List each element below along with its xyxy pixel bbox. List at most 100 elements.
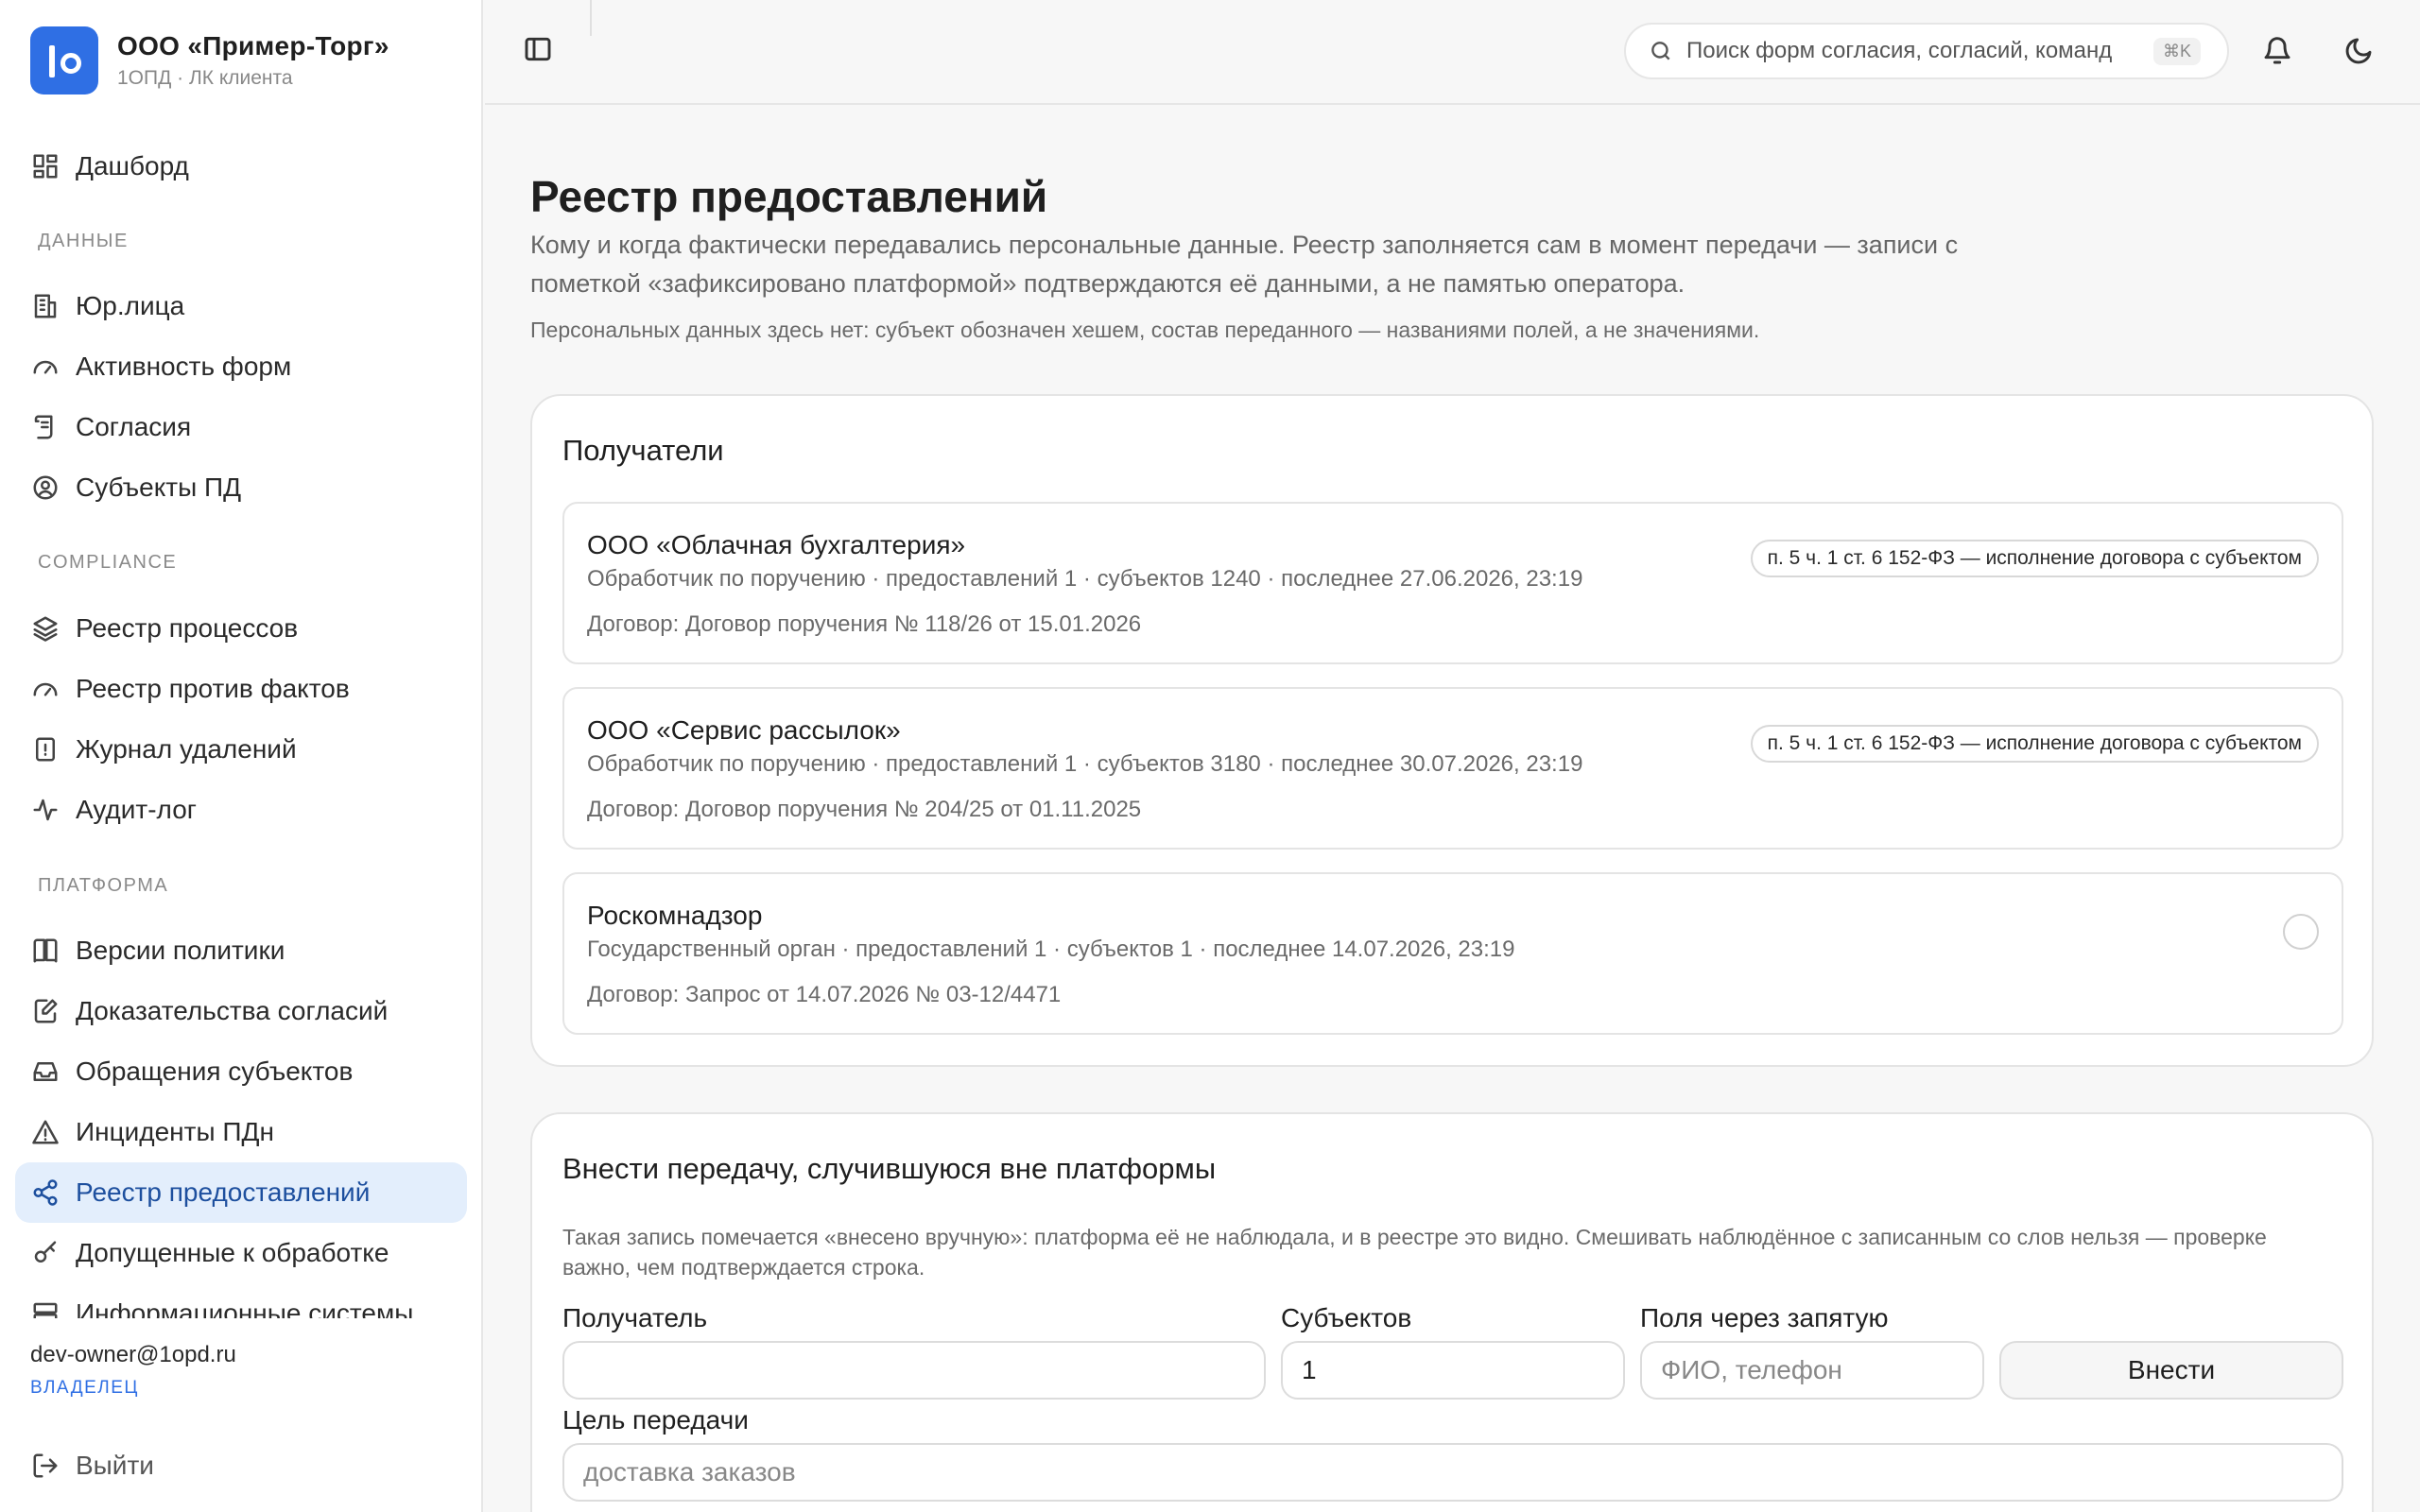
sidebar-item-registry-vs-facts[interactable]: Реестр против фактов xyxy=(15,659,467,719)
sidebar-toggle-icon xyxy=(525,37,551,61)
topbar-divider xyxy=(590,0,592,36)
user-email: dev-owner@1opd.ru xyxy=(30,1342,236,1367)
legal-basis-badge: п. 5 ч. 1 ст. 6 152-ФЗ — исполнение дого… xyxy=(1750,540,2319,577)
recipient-meta: Обработчик по поручению · предоставлений… xyxy=(587,566,1583,592)
dashboard-icon xyxy=(30,151,60,181)
scroll-icon xyxy=(30,412,60,442)
sidebar-item-legal-entities[interactable]: Юр.лица xyxy=(15,276,467,336)
legal-basis-badge: п. 5 ч. 1 ст. 6 152-ФЗ — исполнение дого… xyxy=(1750,725,2319,763)
recipient-name: Роскомнадзор xyxy=(587,901,763,930)
sidebar-item-subject-requests[interactable]: Обращения субъектов xyxy=(15,1041,467,1102)
sidebar-item-label: Доказательства согласий xyxy=(76,996,389,1025)
share-icon xyxy=(30,1177,60,1208)
notifications-button[interactable] xyxy=(2262,36,2294,68)
logout-button[interactable]: Выйти xyxy=(15,1435,467,1496)
section-label-compliance: COMPLIANCE xyxy=(38,552,178,573)
inbox-icon xyxy=(30,1057,60,1087)
file-alert-icon xyxy=(30,734,60,765)
sidebar-item-consent-evidence[interactable]: Доказательства согласий xyxy=(15,981,467,1041)
logout-label: Выйти xyxy=(76,1451,154,1480)
search-box[interactable]: ⌘K xyxy=(1624,23,2229,79)
recipient-name: ООО «Облачная бухгалтерия» xyxy=(587,530,966,559)
sidebar-item-consents[interactable]: Согласия xyxy=(15,397,467,457)
sidebar-item-authorized-staff[interactable]: Допущенные к обработке xyxy=(15,1223,467,1283)
sidebar: ООО «Пример-Торг» 1ОПД · ЛК клиента Дашб… xyxy=(0,0,483,1512)
sidebar-item-label: Журнал удалений xyxy=(76,734,297,764)
sidebar-item-policy-versions[interactable]: Версии политики xyxy=(15,920,467,981)
sidebar-item-label: Обращения субъектов xyxy=(76,1057,354,1086)
sidebar-item-label: Реестр процессов xyxy=(76,613,299,643)
search-shortcut: ⌘K xyxy=(2152,38,2201,65)
search-icon xyxy=(1651,42,1670,60)
server-icon xyxy=(30,1298,60,1318)
purpose-input[interactable] xyxy=(562,1443,2343,1502)
file-edit-icon xyxy=(30,996,60,1026)
sidebar-item-label: Согласия xyxy=(76,412,192,441)
sidebar-item-subjects[interactable]: Субъекты ПД xyxy=(15,457,467,518)
subjects-field-label: Субъектов xyxy=(1281,1303,1412,1332)
main-content: Реестр предоставлений Кому и когда факти… xyxy=(485,107,2420,1512)
user-circle-icon xyxy=(30,472,60,503)
submit-button[interactable]: Внести xyxy=(1999,1341,2343,1400)
user-info: dev-owner@1opd.ru ВЛАДЕЛЕЦ xyxy=(30,1342,236,1399)
sidebar-item-information-systems[interactable]: Информационные системы xyxy=(15,1283,467,1318)
recipient-contract: Договор: Договор поручения № 204/25 от 0… xyxy=(587,797,1142,822)
subjects-count-field[interactable] xyxy=(1281,1341,1625,1400)
page-description: Кому и когда фактически передавались пер… xyxy=(530,231,1959,298)
sidebar-item-disclosure-registry[interactable]: Реестр предоставлений xyxy=(15,1162,467,1223)
manual-entry-description: Такая запись помечается «внесено вручную… xyxy=(562,1225,2267,1280)
recipient-select-radio[interactable] xyxy=(2283,914,2319,950)
building-icon xyxy=(30,291,60,321)
sidebar-item-label: Информационные системы xyxy=(76,1298,414,1318)
recipients-card: Получатели ООО «Облачная бухгалтерия» Об… xyxy=(530,394,2374,1067)
recipient-meta: Обработчик по поручению · предоставлений… xyxy=(587,751,1583,777)
sidebar-item-form-activity[interactable]: Активность форм xyxy=(15,336,467,397)
sidebar-toggle-button[interactable] xyxy=(523,34,557,68)
book-icon xyxy=(30,936,60,966)
sidebar-item-label: Аудит-лог xyxy=(76,795,197,824)
recipient-item[interactable]: Роскомнадзор Государственный орган · пре… xyxy=(562,872,2343,1035)
theme-toggle-button[interactable] xyxy=(2343,36,2376,68)
recipient-contract: Договор: Запрос от 14.07.2026 № 03-12/44… xyxy=(587,982,1062,1007)
layers-icon xyxy=(30,613,60,644)
recipient-name: ООО «Сервис рассылок» xyxy=(587,715,901,745)
topbar: ⌘K xyxy=(485,0,2420,105)
recipient-meta: Государственный орган · предоставлений 1… xyxy=(587,936,1515,962)
sidebar-item-label: Реестр против фактов xyxy=(76,674,350,703)
sidebar-item-deletion-log[interactable]: Журнал удалений xyxy=(15,719,467,780)
activity-icon xyxy=(30,795,60,825)
recipient-item[interactable]: ООО «Сервис рассылок» Обработчик по пору… xyxy=(562,687,2343,850)
manual-entry-card: Внести передачу, случившуюся вне платфор… xyxy=(530,1112,2374,1512)
section-label-platform: ПЛАТФОРМА xyxy=(38,875,169,896)
user-role: ВЛАДЕЛЕЦ xyxy=(30,1378,139,1398)
sidebar-item-label: Юр.лица xyxy=(76,291,185,320)
sidebar-item-incidents[interactable]: Инциденты ПДн xyxy=(15,1102,467,1162)
moon-icon xyxy=(2345,38,2372,64)
sidebar-item-dashboard[interactable]: Дашборд xyxy=(15,136,467,197)
recipient-field[interactable] xyxy=(562,1341,1266,1400)
bell-icon xyxy=(2264,37,2290,64)
purpose-field-label: Цель передачи xyxy=(562,1405,749,1435)
fields-field-label: Поля через запятую xyxy=(1640,1303,1889,1332)
page-note: Персональных данных здесь нет: субъект о… xyxy=(530,318,1760,342)
sidebar-item-label: Дашборд xyxy=(76,151,189,180)
sidebar-item-process-registry[interactable]: Реестр процессов xyxy=(15,598,467,659)
page-title: Реестр предоставлений xyxy=(530,172,1048,221)
section-label-data: ДАННЫЕ xyxy=(38,231,129,251)
recipient-item[interactable]: ООО «Облачная бухгалтерия» Обработчик по… xyxy=(562,502,2343,664)
gauge-icon xyxy=(30,674,60,704)
search-input[interactable] xyxy=(1686,38,2159,64)
gauge-icon xyxy=(30,352,60,382)
sidebar-item-label: Активность форм xyxy=(76,352,292,381)
recipients-title: Получатели xyxy=(562,434,724,467)
recipient-contract: Договор: Договор поручения № 118/26 от 1… xyxy=(587,611,1142,637)
recipient-field-label: Получатель xyxy=(562,1303,708,1332)
sidebar-item-label: Допущенные к обработке xyxy=(76,1238,389,1267)
sidebar-item-label: Реестр предоставлений xyxy=(76,1177,371,1207)
sidebar-nav: Дашборд ДАННЫЕ Юр.лица Активность форм С… xyxy=(0,0,483,1318)
manual-entry-title: Внести передачу, случившуюся вне платфор… xyxy=(562,1152,1217,1185)
sidebar-item-audit-log[interactable]: Аудит-лог xyxy=(15,780,467,840)
warning-icon xyxy=(30,1117,60,1147)
data-fields-input[interactable] xyxy=(1640,1341,1984,1400)
logout-icon xyxy=(30,1451,60,1481)
